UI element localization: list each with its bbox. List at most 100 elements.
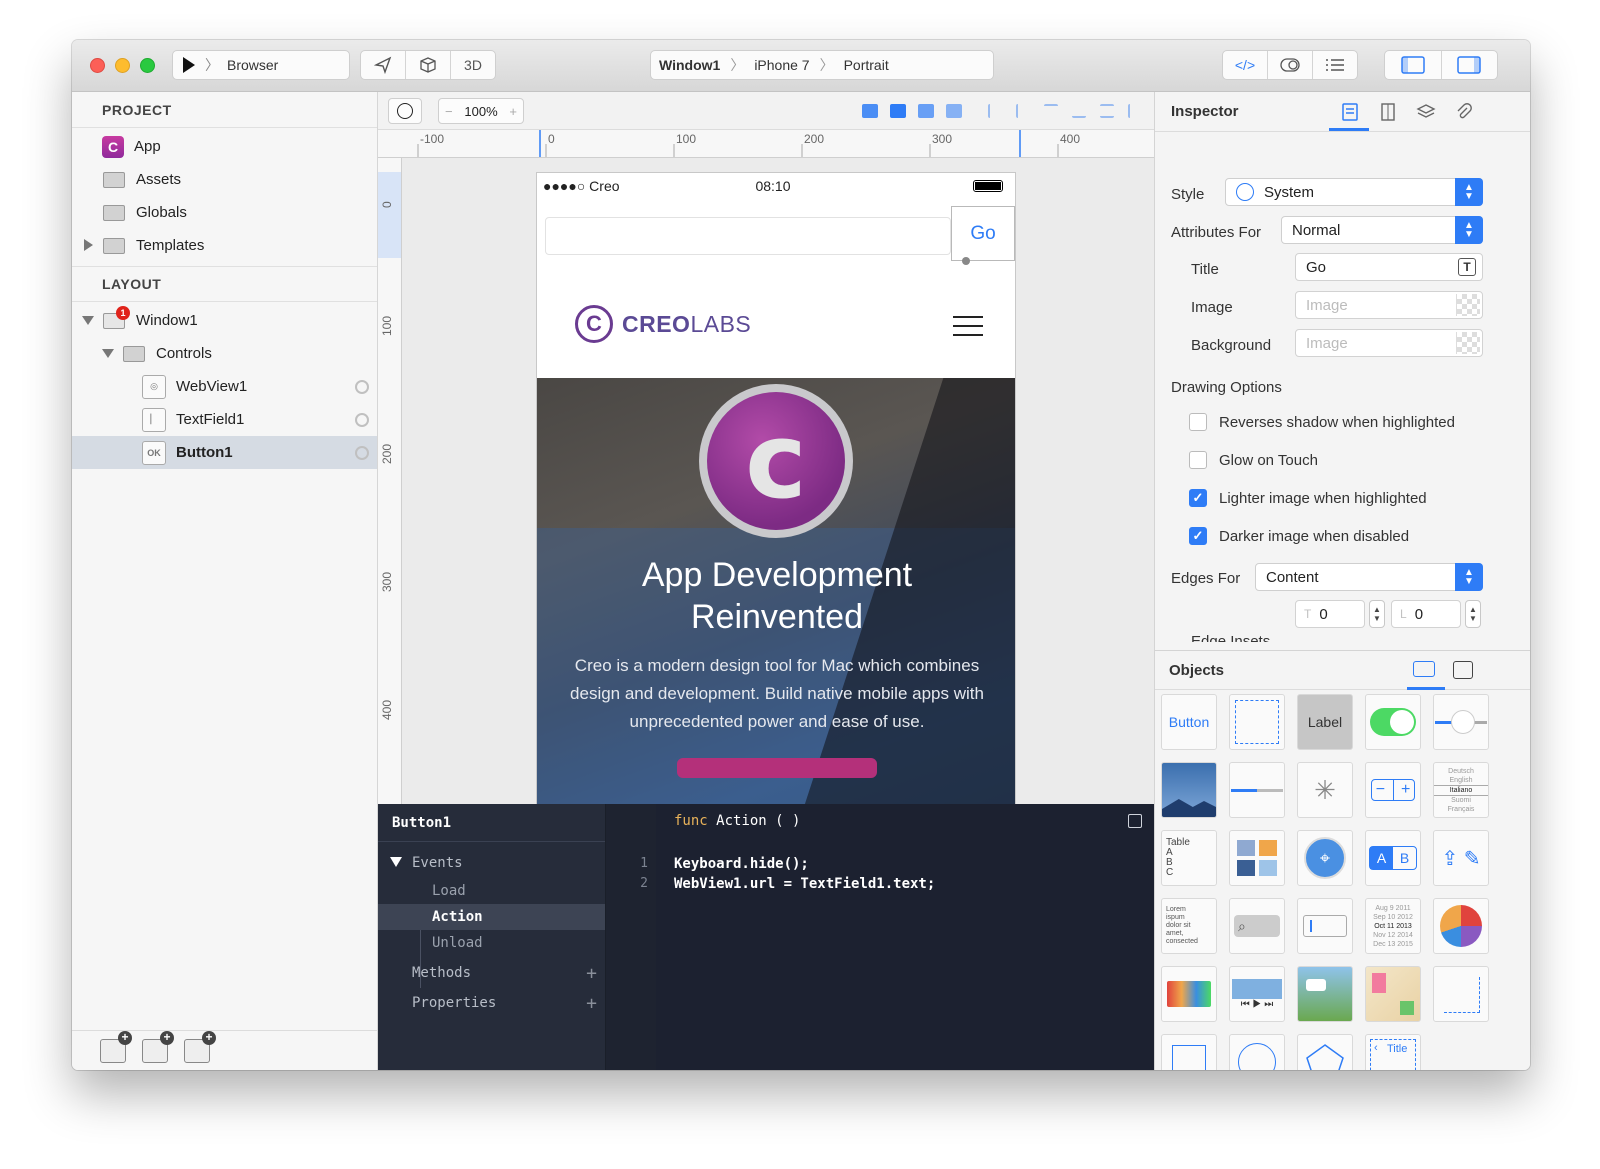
disclosure-open-icon[interactable] bbox=[102, 349, 114, 358]
disclosure-open-icon[interactable] bbox=[390, 857, 402, 867]
external-open-icon[interactable] bbox=[1128, 814, 1142, 828]
zoom-window-button[interactable] bbox=[140, 58, 155, 73]
add-asset-button[interactable] bbox=[184, 1030, 216, 1063]
layout-item-window[interactable]: 1 Window1 bbox=[72, 304, 377, 337]
object-oval[interactable] bbox=[1229, 1034, 1285, 1070]
object-search-bar[interactable]: ⌕ bbox=[1229, 898, 1285, 954]
object-map-route[interactable] bbox=[1297, 966, 1353, 1022]
distribute-icon[interactable] bbox=[1128, 104, 1142, 118]
event-load[interactable]: Load bbox=[378, 878, 605, 904]
project-item-templates[interactable]: Templates bbox=[72, 229, 377, 262]
phone-preview[interactable]: ●●●●○ Creo 08:10 Go C CREOLABS c App Dev… bbox=[536, 172, 1016, 804]
attributes-for-select[interactable]: Normal ▲ ▼ bbox=[1281, 216, 1483, 244]
object-page-control[interactable] bbox=[1161, 966, 1217, 1022]
object-text-field[interactable] bbox=[1297, 898, 1353, 954]
bring-to-front-icon[interactable] bbox=[890, 104, 906, 118]
package-button[interactable] bbox=[406, 51, 451, 79]
object-stepper[interactable]: − + bbox=[1365, 762, 1421, 818]
object-switch[interactable] bbox=[1365, 694, 1421, 750]
list-view-button[interactable] bbox=[1313, 51, 1357, 79]
project-item-app[interactable]: C App bbox=[72, 130, 377, 163]
bring-forward-icon[interactable] bbox=[862, 104, 878, 118]
object-text-view[interactable]: Lorem ispum dolor sit amet, consected bbox=[1161, 898, 1217, 954]
align-center-h-icon[interactable] bbox=[1016, 104, 1030, 118]
edge-left-stepper[interactable]: ▲ ▼ bbox=[1465, 600, 1481, 628]
add-property-icon[interactable]: + bbox=[586, 993, 597, 1014]
breadcrumb-device[interactable]: iPhone 7 bbox=[754, 57, 809, 73]
object-view[interactable] bbox=[1229, 694, 1285, 750]
layout-item-textfield[interactable]: ▏ TextField1 bbox=[72, 403, 377, 436]
code-view-button[interactable]: </> bbox=[1223, 51, 1268, 79]
align-left-icon[interactable] bbox=[988, 104, 1002, 118]
minimize-window-button[interactable] bbox=[115, 58, 130, 73]
event-action[interactable]: Action bbox=[378, 904, 605, 930]
toggle-left-panel-button[interactable] bbox=[1385, 51, 1442, 79]
add-window-button[interactable] bbox=[100, 1030, 132, 1063]
add-method-icon[interactable]: + bbox=[586, 963, 597, 984]
code-line[interactable]: WebView1.url = TextField1.text; bbox=[674, 876, 935, 892]
object-date-picker[interactable]: Aug 9 2011 Sep 10 2012 Oct 11 2013 Nov 12 2… bbox=[1365, 898, 1421, 954]
object-toolbar[interactable]: ⇪ ✎ bbox=[1433, 830, 1489, 886]
object-picker[interactable]: Deutsch English Italiano Suomi Français bbox=[1433, 762, 1489, 818]
style-select[interactable]: System ▲ ▼ bbox=[1225, 178, 1483, 206]
breadcrumb-window[interactable]: Window1 bbox=[659, 57, 720, 73]
object-chart[interactable] bbox=[1433, 898, 1489, 954]
events-group[interactable]: Events bbox=[378, 848, 605, 878]
send-backward-icon[interactable] bbox=[918, 104, 934, 118]
view-3d-button[interactable]: 3D bbox=[451, 51, 495, 79]
send-to-back-icon[interactable] bbox=[946, 104, 962, 118]
hero-cta-button[interactable] bbox=[677, 758, 877, 778]
object-label[interactable]: Label bbox=[1297, 694, 1353, 750]
title-field[interactable]: Go T bbox=[1295, 253, 1483, 281]
code-text-area[interactable]: func Action ( ) Keyboard.hide(); WebView… bbox=[656, 804, 1154, 1070]
attachment-tab-icon[interactable] bbox=[1453, 101, 1475, 123]
object-activity-indicator[interactable]: ✳ bbox=[1297, 762, 1353, 818]
layers-tab-icon[interactable] bbox=[1415, 101, 1437, 123]
methods-group[interactable]: Methods + bbox=[378, 958, 605, 988]
zoom-in-button[interactable]: + bbox=[509, 104, 517, 119]
add-control-button[interactable] bbox=[142, 1030, 174, 1063]
design-canvas[interactable]: ●●●●○ Creo 08:10 Go C CREOLABS c App Dev… bbox=[402, 158, 1154, 804]
text-format-icon[interactable]: T bbox=[1458, 258, 1476, 276]
object-rectangle[interactable] bbox=[1161, 1034, 1217, 1070]
lighter-image-checkbox[interactable]: ✓ Lighter image when highlighted bbox=[1189, 489, 1427, 507]
url-textfield[interactable] bbox=[545, 217, 951, 255]
object-button[interactable]: Button bbox=[1161, 694, 1217, 750]
object-polygon[interactable] bbox=[1297, 1034, 1353, 1070]
layout-item-webview[interactable]: ◎ WebView1 bbox=[72, 370, 377, 403]
object-slider[interactable] bbox=[1433, 694, 1489, 750]
object-media-player[interactable]: ⏮ ▶ ⏭ bbox=[1229, 966, 1285, 1022]
toggle-right-panel-button[interactable] bbox=[1442, 51, 1498, 79]
properties-group[interactable]: Properties + bbox=[378, 988, 605, 1018]
checkbox-unchecked-icon[interactable] bbox=[1189, 413, 1207, 431]
background-field[interactable]: Image bbox=[1295, 329, 1483, 357]
checkbox-checked-icon[interactable]: ✓ bbox=[1189, 489, 1207, 507]
send-button[interactable] bbox=[361, 51, 406, 79]
resize-handle[interactable] bbox=[962, 257, 970, 265]
edge-left-field[interactable]: L 0 bbox=[1391, 600, 1461, 628]
zoom-out-button[interactable]: − bbox=[445, 104, 453, 119]
edges-for-select[interactable]: Content ▲ ▼ bbox=[1255, 563, 1483, 591]
align-center-v-icon[interactable] bbox=[1100, 104, 1114, 118]
go-button[interactable]: Go bbox=[951, 206, 1015, 261]
edge-top-stepper[interactable]: ▲ ▼ bbox=[1369, 600, 1385, 628]
object-map-view[interactable] bbox=[1365, 966, 1421, 1022]
project-item-globals[interactable]: Globals bbox=[72, 196, 377, 229]
align-bottom-icon[interactable] bbox=[1072, 104, 1086, 118]
disclosure-open-icon[interactable] bbox=[82, 316, 94, 325]
visibility-icon[interactable] bbox=[355, 379, 369, 394]
image-well-icon[interactable] bbox=[1456, 294, 1480, 316]
object-collection-view[interactable] bbox=[1229, 830, 1285, 886]
breadcrumb-orientation[interactable]: Portrait bbox=[844, 57, 889, 73]
darker-image-checkbox[interactable]: ✓ Darker image when disabled bbox=[1189, 527, 1409, 545]
visibility-icon[interactable] bbox=[355, 412, 369, 427]
layout-item-button[interactable]: OK Button1 bbox=[72, 436, 377, 469]
object-progress[interactable] bbox=[1229, 762, 1285, 818]
checkbox-unchecked-icon[interactable] bbox=[1189, 451, 1207, 469]
reverses-shadow-checkbox[interactable]: Reverses shadow when highlighted bbox=[1189, 413, 1455, 431]
object-spacer[interactable] bbox=[1433, 966, 1489, 1022]
menu-icon[interactable] bbox=[953, 316, 983, 343]
glow-on-touch-checkbox[interactable]: Glow on Touch bbox=[1189, 451, 1318, 469]
close-window-button[interactable] bbox=[90, 58, 105, 73]
play-icon[interactable] bbox=[183, 57, 195, 73]
